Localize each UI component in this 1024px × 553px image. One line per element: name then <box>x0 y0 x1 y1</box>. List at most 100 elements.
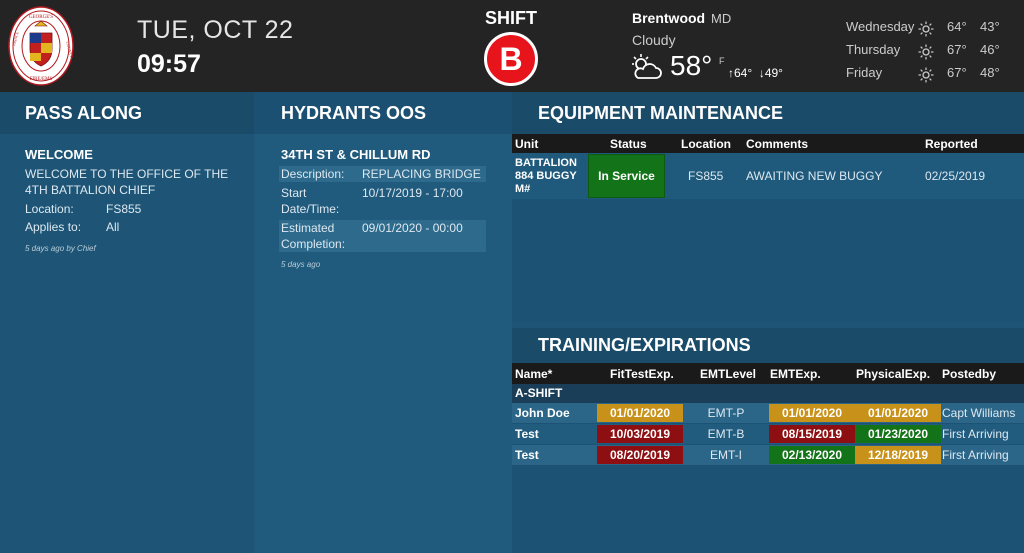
emt-level-cell: EMT-I <box>710 448 742 462</box>
forecast-row: Friday 67° 48° <box>846 65 1024 85</box>
training-header-row: Name* FitTestExp. EMTLevel EMTExp. Physi… <box>512 363 1024 384</box>
shift-group-header: A-SHIFT <box>512 384 1024 403</box>
weather-location: Brentwood MD <box>632 10 731 26</box>
partly-cloudy-icon <box>632 54 662 79</box>
col-posted-by: Postedby <box>942 367 997 381</box>
today-high: 64° <box>734 66 753 80</box>
forecast-high: 64° <box>947 19 967 34</box>
equipment-table: Unit Status Location Comments Reported B… <box>512 134 1024 322</box>
sun-icon <box>918 67 934 83</box>
description-row: Description: REPLACING BRIDGE <box>279 166 486 182</box>
col-fit-test: FitTestExp. <box>610 367 674 381</box>
current-time: 09:57 <box>137 50 201 78</box>
hydrant-item-title: 34TH ST & CHILLUM RD <box>281 147 431 162</box>
applies-label: Applies to: <box>25 220 82 234</box>
name-cell: John Doe <box>515 406 570 420</box>
col-unit: Unit <box>515 137 539 151</box>
completion-row: Estimated Completion: 09/01/2020 - 00:00 <box>279 220 486 252</box>
forecast-row: Thursday 67° 46° <box>846 42 1024 62</box>
current-temperature: 58° <box>670 50 713 81</box>
unit-cell: BATTALION 884 BUGGY M# <box>515 157 577 195</box>
hydrants-panel: HYDRANTS OOS 34TH ST & CHILLUM RD Descri… <box>254 92 512 553</box>
fit-test-cell: 01/01/2020 <box>597 404 683 422</box>
top-header: GEORGE'S FIRE/EMS PRINCE COUNTY TUE, OCT… <box>0 0 1024 92</box>
training-title: TRAINING/EXPIRATIONS <box>512 328 1024 363</box>
shift-badge: B <box>484 32 538 86</box>
today-high-low: ↑64° ↓49° <box>728 66 783 80</box>
training-table: Name* FitTestExp. EMTLevel EMTExp. Physi… <box>512 363 1024 553</box>
current-date: TUE, OCT 22 <box>137 16 294 44</box>
pass-along-panel: PASS ALONG WELCOME WELCOME TO THE OFFICE… <box>0 92 254 553</box>
start-value: 10/17/2019 - 17:00 <box>362 186 463 200</box>
col-name: Name* <box>515 367 553 381</box>
posted-by-cell: First Arriving <box>942 427 1009 441</box>
posted-by-cell: First Arriving <box>942 448 1009 462</box>
col-reported: Reported <box>925 137 978 151</box>
col-physical-exp: PhysicalExp. <box>856 367 931 381</box>
col-comments: Comments <box>746 137 809 151</box>
table-row[interactable]: John Doe 01/01/2020 EMT-P 01/01/2020 01/… <box>512 403 1024 423</box>
weather-state: MD <box>711 11 732 26</box>
start-label: Start Date/Time: <box>281 186 340 216</box>
table-row[interactable]: BATTALION 884 BUGGY M# In Service FS855 … <box>512 153 1024 199</box>
pass-along-footer: 5 days ago by Chief <box>25 244 96 253</box>
forecast-day: Wednesday <box>846 19 915 34</box>
physical-exp-cell: 01/23/2020 <box>855 425 941 443</box>
col-emt-exp: EMTExp. <box>770 367 821 381</box>
comments-cell: AWAITING NEW BUGGY <box>746 169 883 183</box>
fire-department-seal-icon: GEORGE'S FIRE/EMS PRINCE COUNTY <box>8 6 74 86</box>
start-row: Start Date/Time: 10/17/2019 - 17:00 <box>279 185 486 217</box>
physical-exp-cell: 01/01/2020 <box>855 404 941 422</box>
description-label: Description: <box>281 167 345 181</box>
svg-text:GEORGE'S: GEORGE'S <box>29 15 53 20</box>
applies-value: All <box>106 220 120 234</box>
name-cell: Test <box>515 427 539 441</box>
forecast-day: Friday <box>846 65 883 80</box>
forecast-low: 46° <box>980 42 1000 57</box>
equipment-title: EQUIPMENT MAINTENANCE <box>512 92 1024 134</box>
emt-exp-cell: 01/01/2020 <box>769 404 855 422</box>
location-value: FS855 <box>106 202 142 216</box>
fit-test-cell: 10/03/2019 <box>597 425 683 443</box>
svg-text:FIRE/EMS: FIRE/EMS <box>30 77 53 82</box>
description-value: REPLACING BRIDGE <box>362 167 481 181</box>
completion-value: 09/01/2020 - 00:00 <box>362 221 463 235</box>
name-cell: Test <box>515 448 539 462</box>
forecast-low: 48° <box>980 65 1000 80</box>
shift-label: SHIFT <box>485 8 537 28</box>
emt-exp-cell: 08/15/2019 <box>769 425 855 443</box>
pass-along-item-title: WELCOME <box>25 147 93 162</box>
temperature-unit: F <box>719 56 725 66</box>
reported-cell: 02/25/2019 <box>925 169 986 183</box>
col-status: Status <box>610 137 647 151</box>
emt-level-cell: EMT-B <box>707 427 745 441</box>
equipment-header-row: Unit Status Location Comments Reported <box>512 134 1024 153</box>
completion-label: Estimated Completion: <box>281 221 346 251</box>
fit-test-cell: 08/20/2019 <box>597 446 683 464</box>
forecast-high: 67° <box>947 42 967 57</box>
today-low: 49° <box>764 66 783 80</box>
table-row[interactable]: Test 10/03/2019 EMT-B 08/15/2019 01/23/2… <box>512 424 1024 444</box>
posted-by-cell: Capt Williams <box>942 406 1016 420</box>
forecast-high: 67° <box>947 65 967 80</box>
col-location: Location <box>681 137 731 151</box>
forecast-row: Wednesday 64° 43° <box>846 19 1024 39</box>
table-row[interactable]: Test 08/20/2019 EMT-I 02/13/2020 12/18/2… <box>512 445 1024 465</box>
hydrants-title: HYDRANTS OOS <box>254 92 512 134</box>
forecast-day: Thursday <box>846 42 901 57</box>
hydrants-footer: 5 days ago <box>281 260 321 269</box>
sun-icon <box>918 21 934 37</box>
col-emt-level: EMTLevel <box>700 367 757 381</box>
forecast-low: 43° <box>980 19 1000 34</box>
weather-city: Brentwood <box>632 10 706 26</box>
weather-condition: Cloudy <box>632 32 676 48</box>
location-cell: FS855 <box>688 169 724 183</box>
emt-exp-cell: 02/13/2020 <box>769 446 855 464</box>
location-label: Location: <box>25 202 74 216</box>
emt-level-cell: EMT-P <box>707 406 745 420</box>
physical-exp-cell: 12/18/2019 <box>855 446 941 464</box>
status-badge: In Service <box>588 154 665 198</box>
pass-along-title: PASS ALONG <box>0 92 254 134</box>
pass-along-message: WELCOME TO THE OFFICE OF THE 4TH BATTALI… <box>25 167 229 197</box>
sun-icon <box>918 44 934 60</box>
